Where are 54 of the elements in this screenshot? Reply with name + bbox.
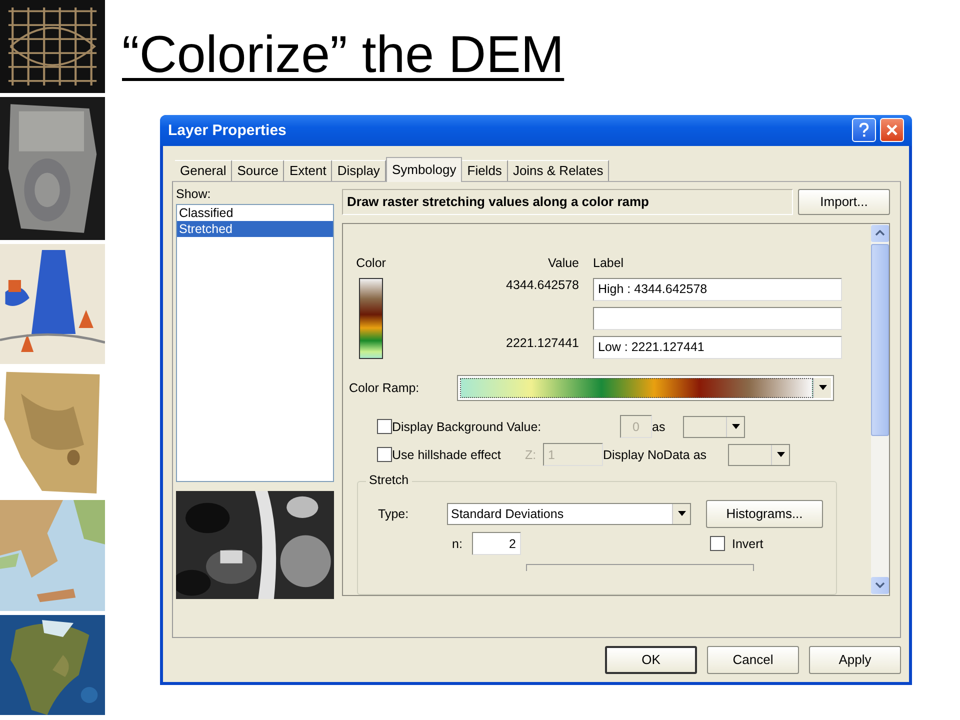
label-field[interactable]: Low : 2221.127441 xyxy=(593,336,842,359)
slide-title: “Colorize” the DEM xyxy=(122,25,564,86)
stretch-type-dropdown[interactable]: Standard Deviations xyxy=(447,502,691,525)
color-ramp-label: Color Ramp: xyxy=(349,380,420,395)
dialog-button[interactable]: Cancel xyxy=(707,646,799,674)
window-title: Layer Properties xyxy=(168,122,286,139)
z-label: Z: xyxy=(525,448,538,462)
description-label: Draw raster stretching values along a color ramp xyxy=(342,188,793,215)
show-label: Show: xyxy=(176,186,211,202)
color-ramp-dropdown[interactable] xyxy=(457,374,834,401)
value-text: 4344.642578 xyxy=(506,278,579,294)
scroll-up-button[interactable] xyxy=(871,224,889,242)
as-label: as xyxy=(652,420,666,434)
value-text: 2221.127441 xyxy=(506,336,579,352)
tab[interactable]: Display xyxy=(332,160,386,181)
color-dropdown[interactable] xyxy=(683,416,745,438)
chevron-up-icon xyxy=(875,230,885,236)
dropdown-arrow-icon xyxy=(732,424,740,430)
label-field[interactable]: High : 4344.642578 xyxy=(593,278,842,301)
column-heading: Color xyxy=(356,256,386,272)
color-dropdown[interactable] xyxy=(728,444,790,466)
scroll-down-button[interactable] xyxy=(871,576,889,594)
tab[interactable]: Fields xyxy=(462,160,508,181)
histograms-button[interactable]: Histograms... xyxy=(706,500,823,528)
tab[interactable]: Source xyxy=(232,160,284,181)
dialog-button[interactable]: OK xyxy=(605,646,697,674)
scrollbar[interactable] xyxy=(871,224,889,595)
tab[interactable]: General xyxy=(175,160,232,181)
help-button[interactable] xyxy=(852,118,876,142)
invert-label: Invert xyxy=(732,536,764,551)
type-label: Type: xyxy=(378,506,410,521)
n-label: n: xyxy=(452,536,464,551)
dropdown-arrow-icon xyxy=(678,511,686,516)
checkbox[interactable] xyxy=(710,536,725,552)
column-heading: Value xyxy=(548,256,579,272)
n-field[interactable]: 2 xyxy=(472,532,521,556)
option-label: Use hillshade effect xyxy=(392,448,502,462)
option-label: Display Background Value: xyxy=(392,420,542,434)
tab[interactable]: Symbology xyxy=(386,156,462,182)
dropdown-arrow-icon xyxy=(818,385,827,390)
list-item[interactable]: Stretched xyxy=(177,220,333,237)
tab[interactable]: Joins & Relates xyxy=(508,160,610,181)
close-button[interactable] xyxy=(880,118,904,142)
scroll-thumb[interactable] xyxy=(871,244,889,436)
tab[interactable]: Extent xyxy=(284,160,332,181)
list-item[interactable]: Classified xyxy=(177,204,333,221)
dropdown-arrow-icon xyxy=(776,452,784,458)
column-heading: Label xyxy=(593,256,624,272)
dialog-button[interactable]: Apply xyxy=(809,646,901,674)
import-button[interactable]: Import... xyxy=(798,188,890,215)
chevron-down-icon xyxy=(875,582,885,588)
nodata-label: Display NoData as xyxy=(603,448,708,462)
group-title: Stretch xyxy=(366,472,412,487)
label-field[interactable] xyxy=(593,306,842,330)
